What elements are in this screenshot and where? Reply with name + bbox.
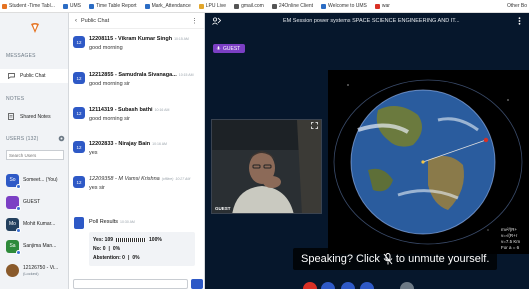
- meeting-header: EM Session power systems SPACE SCIENCE E…: [205, 13, 529, 29]
- chevron-left-icon[interactable]: ‹: [75, 18, 77, 24]
- microphone-icon: [216, 46, 221, 50]
- public-chat-panel: ‹ Public Chat ⋮ 12 12208115 - Vikram Kum…: [69, 13, 205, 289]
- poll-row: No: 0 | 0%: [93, 245, 121, 252]
- bookmark-icon: [62, 3, 68, 9]
- bookmark-icon: [144, 3, 150, 9]
- presentation-area: EM Session power systems SPACE SCIENCE E…: [205, 13, 529, 289]
- guest-badge[interactable]: GUEST: [213, 44, 246, 53]
- user-row[interactable]: GUEST: [6, 193, 40, 211]
- earth-orbit-slide-image: [328, 70, 529, 254]
- avatar: So: [6, 173, 21, 189]
- messages-heading: MESSAGES: [6, 53, 36, 59]
- avatar: 12: [73, 141, 85, 153]
- unmute-reminder-banner[interactable]: Speaking? Click to unmute yourself.: [293, 248, 498, 270]
- more-options-icon[interactable]: ⋮: [191, 17, 198, 25]
- bookmark-icon: [234, 3, 240, 9]
- settings-gear-icon[interactable]: [58, 135, 65, 142]
- bookmarks-bar: Student -Time Tabl... UMS Time Table Rep…: [0, 0, 529, 13]
- webcam-video[interactable]: GUEST: [211, 119, 322, 214]
- poll-bar: [116, 237, 147, 242]
- bookmark-war[interactable]: war: [374, 3, 390, 9]
- chat-title: Public Chat: [81, 17, 110, 24]
- avatar: 12: [73, 72, 85, 84]
- chat-message-input[interactable]: [73, 279, 188, 289]
- slide-formula-text: mv²/(R+ v=√(R+r v=7.5 Km For a = 6: [501, 227, 521, 250]
- screenshare-button[interactable]: [360, 282, 374, 289]
- notes-icon: [8, 113, 14, 120]
- chat-icon: [8, 73, 15, 79]
- university-logo-icon: [31, 23, 39, 33]
- public-chat-nav-item[interactable]: Public Chat: [0, 69, 68, 83]
- fullscreen-icon[interactable]: [311, 122, 318, 129]
- poll-row: Abstention: 0 | 0%: [93, 254, 140, 261]
- bookmark-gmail[interactable]: gmail.com: [234, 3, 264, 9]
- avatar: Mo: [6, 217, 21, 233]
- status-dot: [16, 183, 21, 189]
- avatar: 12: [73, 107, 85, 119]
- bookmark-24online[interactable]: 24Online Client: [271, 3, 313, 9]
- bookmark-icon: [88, 3, 94, 9]
- bookmark-lpu-live[interactable]: LPU Live: [198, 3, 226, 9]
- options-icon[interactable]: [516, 17, 523, 25]
- left-navigation: MESSAGES Public Chat NOTES Shared Notes …: [0, 13, 69, 289]
- status-dot: [16, 227, 21, 233]
- avatar: [6, 195, 21, 211]
- users-toggle-icon[interactable]: [212, 17, 221, 25]
- user-row[interactable]: So Someet... (You): [6, 171, 58, 189]
- muted-microphone-icon: [383, 253, 393, 265]
- other-bookmarks[interactable]: Other Bo: [507, 3, 527, 9]
- meeting-title: EM Session power systems SPACE SCIENCE E…: [283, 18, 460, 24]
- user-row[interactable]: Mo Mohit Kumar...: [6, 215, 55, 233]
- search-users-input[interactable]: [6, 150, 64, 160]
- leave-audio-button[interactable]: [303, 282, 317, 289]
- users-heading: USERS (132): [6, 136, 39, 142]
- poll-results-box: Yes: 109 100% No: 0 | 0% Abstention: 0 | 0%: [89, 232, 195, 266]
- poll-icon: [74, 217, 84, 229]
- avatar: 12: [73, 176, 85, 188]
- webcam-button[interactable]: [341, 282, 355, 289]
- user-row[interactable]: 12126750 - Vi... (Locked): [6, 261, 58, 279]
- avatar: [6, 263, 19, 277]
- status-dot: [16, 205, 21, 211]
- gmail-icon: [374, 3, 380, 9]
- avatar: Sa: [6, 239, 21, 255]
- notes-heading: NOTES: [6, 96, 25, 102]
- avatar: 12: [73, 36, 85, 48]
- bookmark-welcome-ums[interactable]: Welcome to UMS: [321, 3, 367, 9]
- shared-notes-nav-item[interactable]: Shared Notes: [8, 113, 51, 120]
- bookmark-icon: [198, 3, 204, 9]
- bookmark-ums[interactable]: UMS: [62, 3, 81, 9]
- poll-row: Yes: 109 100%: [93, 236, 162, 243]
- mute-button[interactable]: [321, 282, 335, 289]
- status-dot: [16, 249, 21, 255]
- send-button[interactable]: [191, 279, 203, 289]
- bookmark-icon: [2, 3, 7, 9]
- user-row[interactable]: Sa Sanjima Man...: [6, 237, 56, 255]
- bookmark-icon: [271, 3, 277, 9]
- chat-header: ‹ Public Chat ⋮: [69, 13, 204, 29]
- bookmark-student-timetable[interactable]: Student -Time Tabl...: [2, 3, 55, 9]
- bookmark-icon: [321, 3, 327, 9]
- bookmark-timetable-report[interactable]: Time Table Report: [88, 3, 137, 9]
- shared-screen: [328, 70, 529, 254]
- bookmark-mark-attendance[interactable]: Mark_Attendance: [144, 3, 191, 9]
- camera-user-label: GUEST: [215, 206, 231, 211]
- presenter-video-image: [212, 120, 321, 213]
- recording-indicator[interactable]: [400, 282, 414, 289]
